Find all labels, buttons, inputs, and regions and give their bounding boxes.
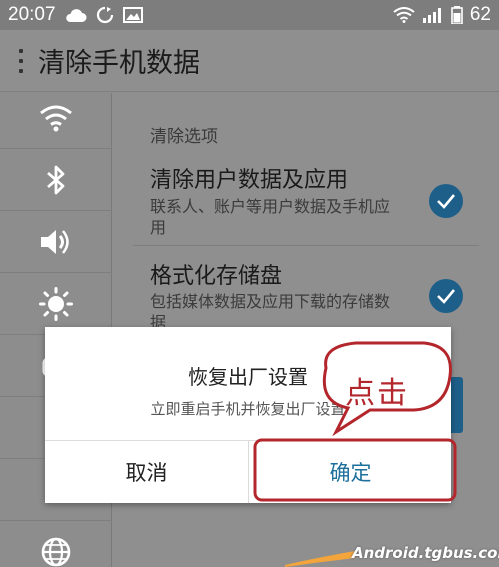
callout-text: 点击 [345, 376, 409, 411]
sidebar-item-bluetooth[interactable] [0, 149, 112, 211]
sidebar-item-sound[interactable] [0, 211, 112, 273]
status-bar: 20:07 62 [0, 0, 499, 30]
option-format-storage[interactable]: 格式化存储盘 包括媒体数据及应用下载的存储数据 [133, 246, 479, 332]
volume-icon [41, 229, 69, 254]
sidebar-item-language[interactable] [0, 521, 112, 567]
confirm-button[interactable]: 确定 [249, 441, 452, 503]
option-title: 格式化存储盘 [150, 264, 283, 289]
globe-icon [41, 537, 71, 567]
factory-reset-dialog: 恢复出厂设置 立即重启手机并恢复出厂设置 取消 确定 [45, 327, 451, 503]
wifi-icon [393, 7, 415, 23]
status-time: 20:07 [8, 4, 56, 25]
option-title: 清除用户数据及应用 [150, 168, 349, 193]
signal-icon [422, 8, 441, 23]
app-bar: 清除手机数据 [0, 30, 499, 92]
cloud-icon [65, 9, 87, 22]
brightness-icon [39, 286, 73, 321]
page-title: 清除手机数据 [38, 48, 200, 79]
battery-icon [451, 6, 463, 24]
watermark-text: Android.tgbus.com [352, 544, 499, 562]
battery-level: 62 [469, 4, 491, 25]
section-title: 清除选项 [150, 127, 218, 147]
image-icon [122, 7, 143, 23]
bluetooth-icon [47, 165, 65, 194]
checkbox-checked-icon[interactable] [429, 184, 463, 218]
option-description: 联系人、账户等用户数据及手机应用 [150, 197, 391, 237]
sync-icon [96, 6, 113, 24]
drawer-handle-icon[interactable] [10, 48, 32, 73]
cancel-button[interactable]: 取消 [45, 441, 248, 503]
option-clear-user-data[interactable]: 清除用户数据及应用 联系人、账户等用户数据及手机应用 [133, 149, 479, 246]
wifi-icon [40, 105, 72, 131]
checkbox-checked-icon[interactable] [429, 279, 463, 313]
sidebar-item-wifi[interactable] [0, 87, 112, 149]
sidebar-item-display[interactable] [0, 273, 112, 335]
watermark-swoosh [285, 551, 355, 567]
